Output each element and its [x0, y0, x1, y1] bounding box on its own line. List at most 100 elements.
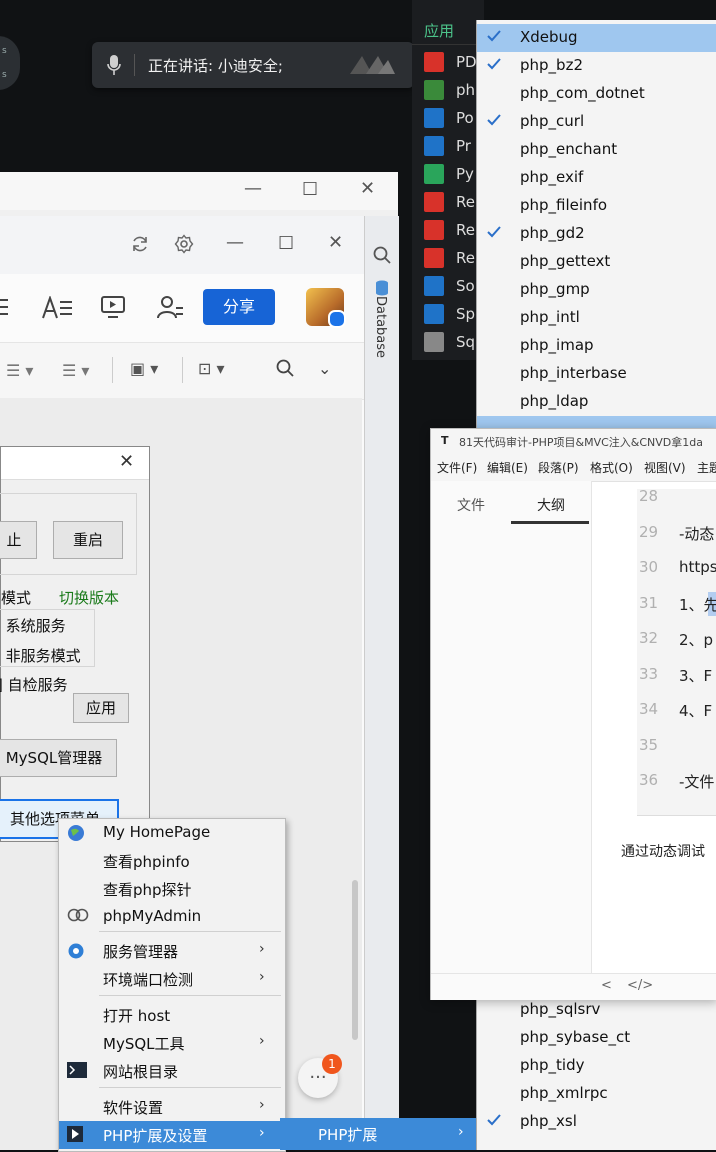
menu-item[interactable]: My HomePage	[59, 819, 285, 847]
menu-item[interactable]: 查看phpinfo	[59, 847, 285, 875]
minimize-button[interactable]: —	[244, 178, 262, 199]
code-block[interactable]: 28 29 -动态 30 https 31 1、先 32 2、p 33 3、F 34 4、F 35 36 -文…	[637, 487, 716, 816]
extension-item[interactable]: php_imap	[477, 332, 716, 360]
app-item[interactable]: Po	[424, 104, 474, 132]
menu-format[interactable]: 格式(O)	[590, 459, 633, 476]
extension-item[interactable]: php_gettext	[477, 248, 716, 276]
non-service-radio[interactable]: ) 非服务模式	[0, 645, 81, 666]
database-tab-label[interactable]: Database	[373, 296, 388, 358]
list-icon[interactable]	[0, 296, 12, 318]
plugin-icon[interactable]: ⊡ ▾	[198, 359, 225, 378]
extension-item[interactable]: php_com_dotnet	[477, 80, 716, 108]
menu-view[interactable]: 视图(V)	[644, 459, 686, 476]
menu-item[interactable]: PHP扩展及设置 ›	[59, 1121, 285, 1149]
menu-item[interactable]: 服务管理器 ›	[59, 937, 285, 965]
extension-item[interactable]: php_ldap	[477, 388, 716, 416]
stop-button[interactable]: 止	[0, 521, 37, 559]
maximize-button[interactable]: ☐	[278, 233, 294, 254]
extension-item[interactable]: php_bz2	[477, 52, 716, 80]
switch-version-link[interactable]: 切换版本	[59, 587, 119, 608]
menu-item-label: 查看phpinfo	[103, 853, 190, 871]
block-icon[interactable]: ▣ ▾	[130, 359, 158, 378]
extension-item[interactable]: Xdebug	[477, 24, 716, 52]
close-button[interactable]: ✕	[360, 178, 375, 199]
extension-item[interactable]: php_curl	[477, 108, 716, 136]
menu-theme[interactable]: 主题	[697, 459, 716, 476]
menu-item[interactable]: MySQL工具 ›	[59, 1029, 285, 1057]
extension-label: php_tidy	[520, 1056, 585, 1074]
minimize-button[interactable]: —	[226, 232, 244, 253]
line-text: -动态	[679, 524, 715, 543]
extension-item[interactable]: php_enchant	[477, 136, 716, 164]
extension-item[interactable]: php_gmp	[477, 276, 716, 304]
menu-item[interactable]: 网站根目录	[59, 1057, 285, 1085]
presentation-icon[interactable]	[100, 294, 126, 320]
share-button[interactable]: 分享	[203, 289, 275, 325]
extension-label: php_gmp	[520, 280, 590, 298]
app-item[interactable]: Sq	[424, 328, 475, 356]
app-item[interactable]: Sp	[424, 300, 475, 328]
tab-outline[interactable]: 大纲	[537, 495, 565, 515]
app-item[interactable]: Re	[424, 244, 475, 272]
menu-item[interactable]: 软件设置 ›	[59, 1093, 285, 1121]
extension-item[interactable]: php_interbase	[477, 360, 716, 388]
search-icon[interactable]	[276, 359, 294, 377]
app-item[interactable]: Re	[424, 188, 475, 216]
extension-item[interactable]: php_fileinfo	[477, 192, 716, 220]
maximize-button[interactable]: ☐	[302, 179, 318, 200]
app-icon	[424, 52, 444, 72]
self-check-label: 自检服务	[7, 676, 68, 694]
menu-item-label: My HomePage	[103, 823, 211, 841]
php-extension-submenu[interactable]: PHP扩展 ›	[280, 1118, 476, 1150]
apply-button[interactable]: 应用	[73, 693, 129, 723]
numbered-list-icon[interactable]: ☰ ▾	[62, 361, 89, 380]
app-item[interactable]: PD	[424, 48, 477, 76]
tab-files[interactable]: 文件	[457, 495, 485, 515]
app-label: ph	[456, 81, 476, 99]
settings-icon[interactable]	[174, 234, 194, 254]
close-button[interactable]: ✕	[328, 232, 343, 253]
extension-item[interactable]: php_sybase_ct	[477, 1024, 716, 1052]
user-avatar[interactable]	[306, 288, 346, 328]
system-service-radio[interactable]: ) 系统服务	[0, 615, 66, 636]
chevron-down-icon[interactable]: ⌄	[318, 359, 331, 378]
menu-item[interactable]: phpMyAdmin	[59, 903, 285, 931]
app-item[interactable]: So	[424, 272, 475, 300]
extension-item[interactable]: php_intl	[477, 304, 716, 332]
extension-item[interactable]: php_xsl	[477, 1108, 716, 1136]
search-icon[interactable]	[373, 246, 391, 264]
align-icon[interactable]: ☰ ▾	[6, 361, 33, 380]
collapse-sidebar-button[interactable]: <	[601, 978, 612, 993]
menu-item-label: 查看php探针	[103, 881, 192, 899]
paragraph-text: 通过动态调试	[621, 844, 705, 860]
menu-item[interactable]: 查看php探针	[59, 875, 285, 903]
restart-button[interactable]: 重启	[53, 521, 123, 559]
extension-item[interactable]: php_tidy	[477, 1052, 716, 1080]
extension-item[interactable]: php_sqlsrv	[477, 996, 716, 1024]
text-format-icon[interactable]	[42, 296, 74, 320]
close-button[interactable]: ✕	[119, 451, 134, 472]
menu-paragraph[interactable]: 段落(P)	[538, 459, 579, 476]
more-button[interactable]: ··· 1	[298, 1054, 342, 1098]
code-line: 31 1、先	[637, 590, 716, 618]
extension-item[interactable]: php_exif	[477, 164, 716, 192]
menu-edit[interactable]: 编辑(E)	[487, 459, 528, 476]
extension-item[interactable]: php_gd2	[477, 220, 716, 248]
app-icon	[424, 276, 444, 296]
app-item[interactable]: Py	[424, 160, 474, 188]
menu-item[interactable]: 打开 host	[59, 1001, 285, 1029]
app-item[interactable]: Re	[424, 216, 475, 244]
app-item[interactable]: Pr	[424, 132, 471, 160]
user-share-icon[interactable]	[156, 294, 184, 320]
mysql-manager-button[interactable]: MySQL管理器	[0, 739, 117, 777]
refresh-icon[interactable]	[130, 234, 150, 254]
source-code-button[interactable]: </>	[627, 978, 653, 993]
non-service-label: 非服务模式	[5, 647, 81, 665]
globe-icon	[67, 824, 85, 842]
extension-item[interactable]: php_xmlrpc	[477, 1080, 716, 1108]
self-check-checkbox[interactable]: ] 自检服务	[0, 674, 68, 695]
menu-item[interactable]: 环境端口检测 ›	[59, 965, 285, 993]
scrollbar[interactable]	[352, 880, 358, 1040]
menu-file[interactable]: 文件(F)	[437, 459, 477, 476]
app-item[interactable]: ph	[424, 76, 475, 104]
